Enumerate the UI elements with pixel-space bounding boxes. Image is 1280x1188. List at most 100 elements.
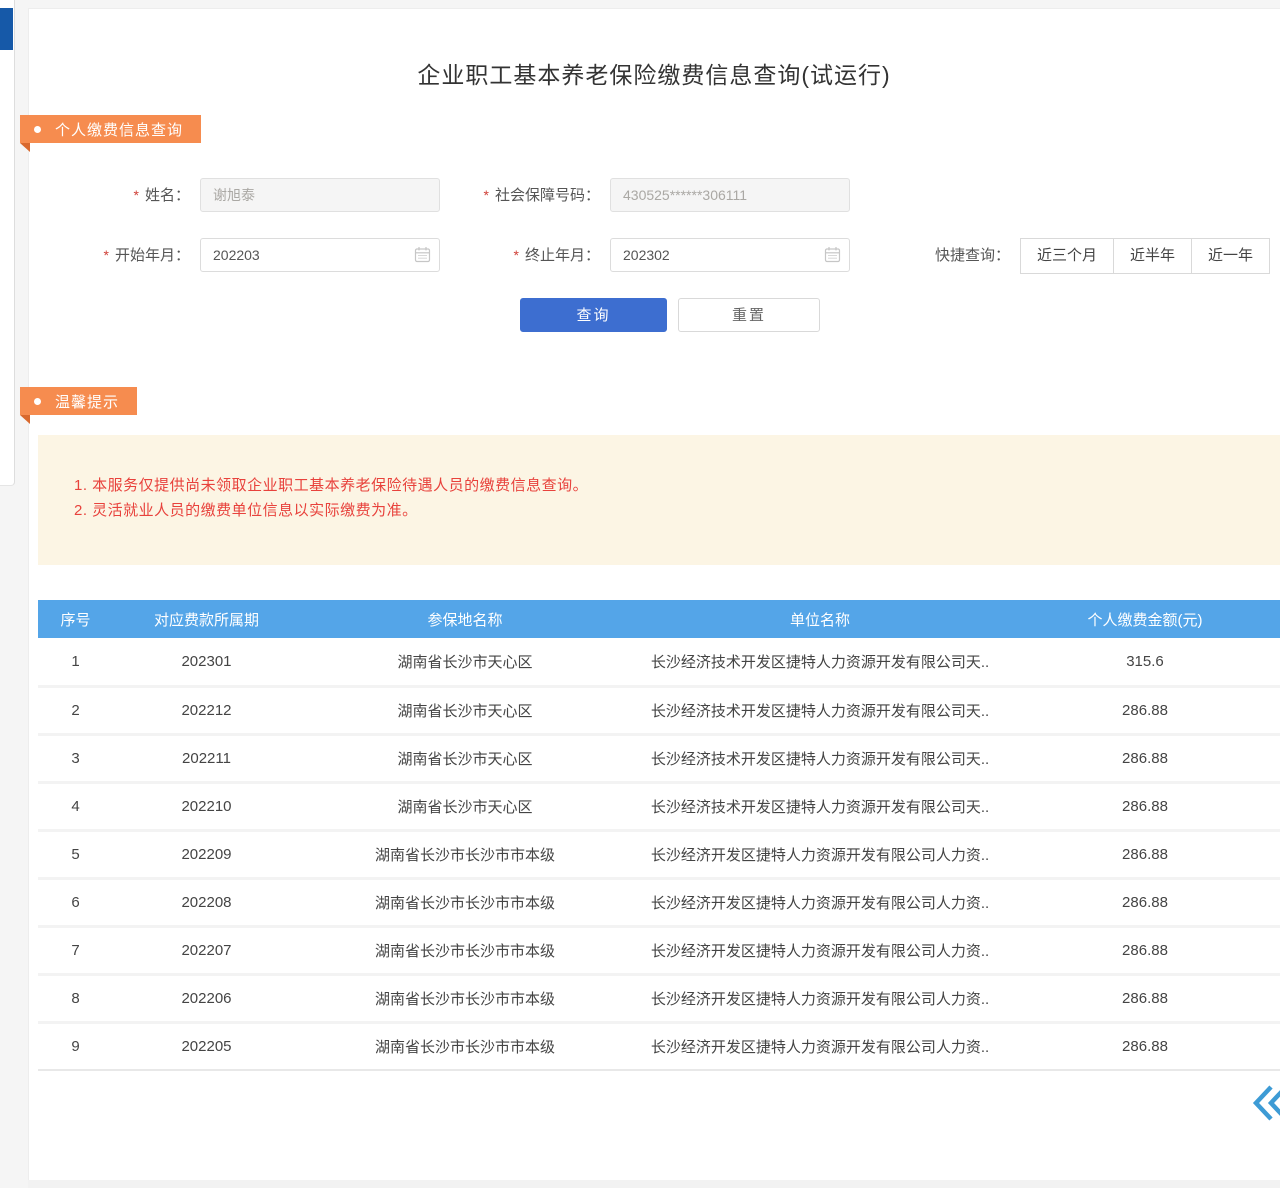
table-cell: 湖南省长沙市天心区 [300, 782, 630, 830]
table-cell: 8 [38, 974, 113, 1022]
table-cell: 长沙经济开发区捷特人力资源开发有限公司人力资.. [630, 878, 1010, 926]
table-cell: 湖南省长沙市天心区 [300, 734, 630, 782]
table-cell: 湖南省长沙市长沙市市本级 [300, 830, 630, 878]
required-asterisk: * [134, 187, 139, 203]
column-header-index: 序号 [38, 600, 113, 638]
table-cell: 7 [38, 926, 113, 974]
double-chevron-left-icon[interactable] [1252, 1084, 1280, 1122]
table-cell: 6 [38, 878, 113, 926]
table-cell: 湖南省长沙市长沙市市本级 [300, 1022, 630, 1070]
table-cell: 202210 [113, 782, 300, 830]
quick-option-6months[interactable]: 近半年 [1113, 238, 1192, 274]
table-row: 2202212湖南省长沙市天心区长沙经济技术开发区捷特人力资源开发有限公司天..… [38, 686, 1280, 734]
bullet-dot-icon [34, 398, 41, 405]
calendar-icon[interactable] [414, 246, 431, 263]
table-cell: 1 [38, 638, 113, 686]
name-input [200, 178, 440, 212]
table-row: 9202205湖南省长沙市长沙市市本级长沙经济开发区捷特人力资源开发有限公司人力… [38, 1022, 1280, 1070]
table-cell: 长沙经济技术开发区捷特人力资源开发有限公司天.. [630, 734, 1010, 782]
quick-option-3months[interactable]: 近三个月 [1020, 238, 1114, 274]
table-cell: 湖南省长沙市长沙市市本级 [300, 926, 630, 974]
table-cell: 202206 [113, 974, 300, 1022]
end-month-field[interactable] [610, 238, 850, 272]
table-cell: 长沙经济技术开发区捷特人力资源开发有限公司天.. [630, 782, 1010, 830]
quick-option-1year[interactable]: 近一年 [1191, 238, 1270, 274]
page: 企业职工基本养老保险缴费信息查询(试运行) 个人缴费信息查询 *姓名： *社会保… [0, 0, 1280, 1188]
required-asterisk: * [484, 187, 489, 203]
table-cell: 202211 [113, 734, 300, 782]
table-cell: 286.88 [1010, 830, 1280, 878]
table-cell: 长沙经济开发区捷特人力资源开发有限公司人力资.. [630, 1022, 1010, 1070]
section-badge-tips: 温馨提示 [20, 387, 137, 415]
payment-table: 序号 对应费款所属期 参保地名称 单位名称 个人缴费金额(元) 1202301湖… [38, 600, 1280, 1071]
notice-line: 2. 灵活就业人员的缴费单位信息以实际缴费为准。 [74, 498, 1250, 523]
column-header-employer: 单位名称 [630, 600, 1010, 638]
table-cell: 202209 [113, 830, 300, 878]
name-label: *姓名： [90, 178, 190, 212]
calendar-icon[interactable] [824, 246, 841, 263]
notice-line: 1. 本服务仅提供尚未领取企业职工基本养老保险待遇人员的缴费信息查询。 [74, 473, 1250, 498]
table-cell: 湖南省长沙市天心区 [300, 686, 630, 734]
payment-table-body: 1202301湖南省长沙市天心区长沙经济技术开发区捷特人力资源开发有限公司天..… [38, 638, 1280, 1070]
section-badge-personal-query: 个人缴费信息查询 [20, 115, 201, 143]
table-cell: 286.88 [1010, 782, 1280, 830]
table-cell: 202207 [113, 926, 300, 974]
notice-box: 1. 本服务仅提供尚未领取企业职工基本养老保险待遇人员的缴费信息查询。 2. 灵… [38, 435, 1280, 565]
quick-query-label: 快捷查询： [905, 238, 1010, 274]
required-asterisk: * [104, 247, 109, 263]
collapsed-sidebar[interactable] [0, 0, 15, 486]
table-cell: 湖南省长沙市长沙市市本级 [300, 974, 630, 1022]
table-row: 1202301湖南省长沙市天心区长沙经济技术开发区捷特人力资源开发有限公司天..… [38, 638, 1280, 686]
table-cell: 202212 [113, 686, 300, 734]
column-header-amount: 个人缴费金额(元) [1010, 600, 1280, 638]
start-month-field[interactable] [200, 238, 440, 272]
table-cell: 5 [38, 830, 113, 878]
table-cell: 315.6 [1010, 638, 1280, 686]
query-button[interactable]: 查询 [520, 298, 667, 332]
end-month-label: *终止年月： [495, 238, 600, 272]
ssn-input [610, 178, 850, 212]
table-cell: 202208 [113, 878, 300, 926]
page-title: 企业职工基本养老保险缴费信息查询(试运行) [28, 56, 1280, 90]
table-cell: 长沙经济开发区捷特人力资源开发有限公司人力资.. [630, 830, 1010, 878]
bullet-dot-icon [34, 126, 41, 133]
column-header-insured-place: 参保地名称 [300, 600, 630, 638]
table-row: 7202207湖南省长沙市长沙市市本级长沙经济开发区捷特人力资源开发有限公司人力… [38, 926, 1280, 974]
column-header-period: 对应费款所属期 [113, 600, 300, 638]
table-cell: 湖南省长沙市长沙市市本级 [300, 878, 630, 926]
quick-query-group: 近三个月 近半年 近一年 [1020, 238, 1270, 274]
table-header-row: 序号 对应费款所属期 参保地名称 单位名称 个人缴费金额(元) [38, 600, 1280, 638]
table-cell: 湖南省长沙市天心区 [300, 638, 630, 686]
table-cell: 9 [38, 1022, 113, 1070]
table-cell: 2 [38, 686, 113, 734]
table-row: 5202209湖南省长沙市长沙市市本级长沙经济开发区捷特人力资源开发有限公司人力… [38, 830, 1280, 878]
table-cell: 长沙经济技术开发区捷特人力资源开发有限公司天.. [630, 686, 1010, 734]
reset-button[interactable]: 重置 [678, 298, 820, 332]
table-cell: 长沙经济技术开发区捷特人力资源开发有限公司天.. [630, 638, 1010, 686]
table-cell: 4 [38, 782, 113, 830]
table-row: 3202211湖南省长沙市天心区长沙经济技术开发区捷特人力资源开发有限公司天..… [38, 734, 1280, 782]
section-badge-label: 个人缴费信息查询 [55, 119, 183, 140]
start-month-label: *开始年月： [80, 238, 190, 272]
end-month-input[interactable] [610, 238, 850, 272]
table-cell: 286.88 [1010, 878, 1280, 926]
table-row: 8202206湖南省长沙市长沙市市本级长沙经济开发区捷特人力资源开发有限公司人力… [38, 974, 1280, 1022]
section-badge-label: 温馨提示 [55, 391, 119, 412]
table-row: 6202208湖南省长沙市长沙市市本级长沙经济开发区捷特人力资源开发有限公司人力… [38, 878, 1280, 926]
table-cell: 286.88 [1010, 686, 1280, 734]
table-cell: 286.88 [1010, 926, 1280, 974]
table-cell: 202205 [113, 1022, 300, 1070]
sidebar-blue-tab[interactable] [0, 8, 13, 50]
table-cell: 202301 [113, 638, 300, 686]
table-cell: 长沙经济开发区捷特人力资源开发有限公司人力资.. [630, 974, 1010, 1022]
table-cell: 286.88 [1010, 1022, 1280, 1070]
ssn-label: *社会保障号码： [460, 178, 600, 212]
table-cell: 长沙经济开发区捷特人力资源开发有限公司人力资.. [630, 926, 1010, 974]
table-cell: 3 [38, 734, 113, 782]
start-month-input[interactable] [200, 238, 440, 272]
table-row: 4202210湖南省长沙市天心区长沙经济技术开发区捷特人力资源开发有限公司天..… [38, 782, 1280, 830]
required-asterisk: * [514, 247, 519, 263]
footer-strip [28, 1180, 1280, 1188]
table-cell: 286.88 [1010, 734, 1280, 782]
table-cell: 286.88 [1010, 974, 1280, 1022]
